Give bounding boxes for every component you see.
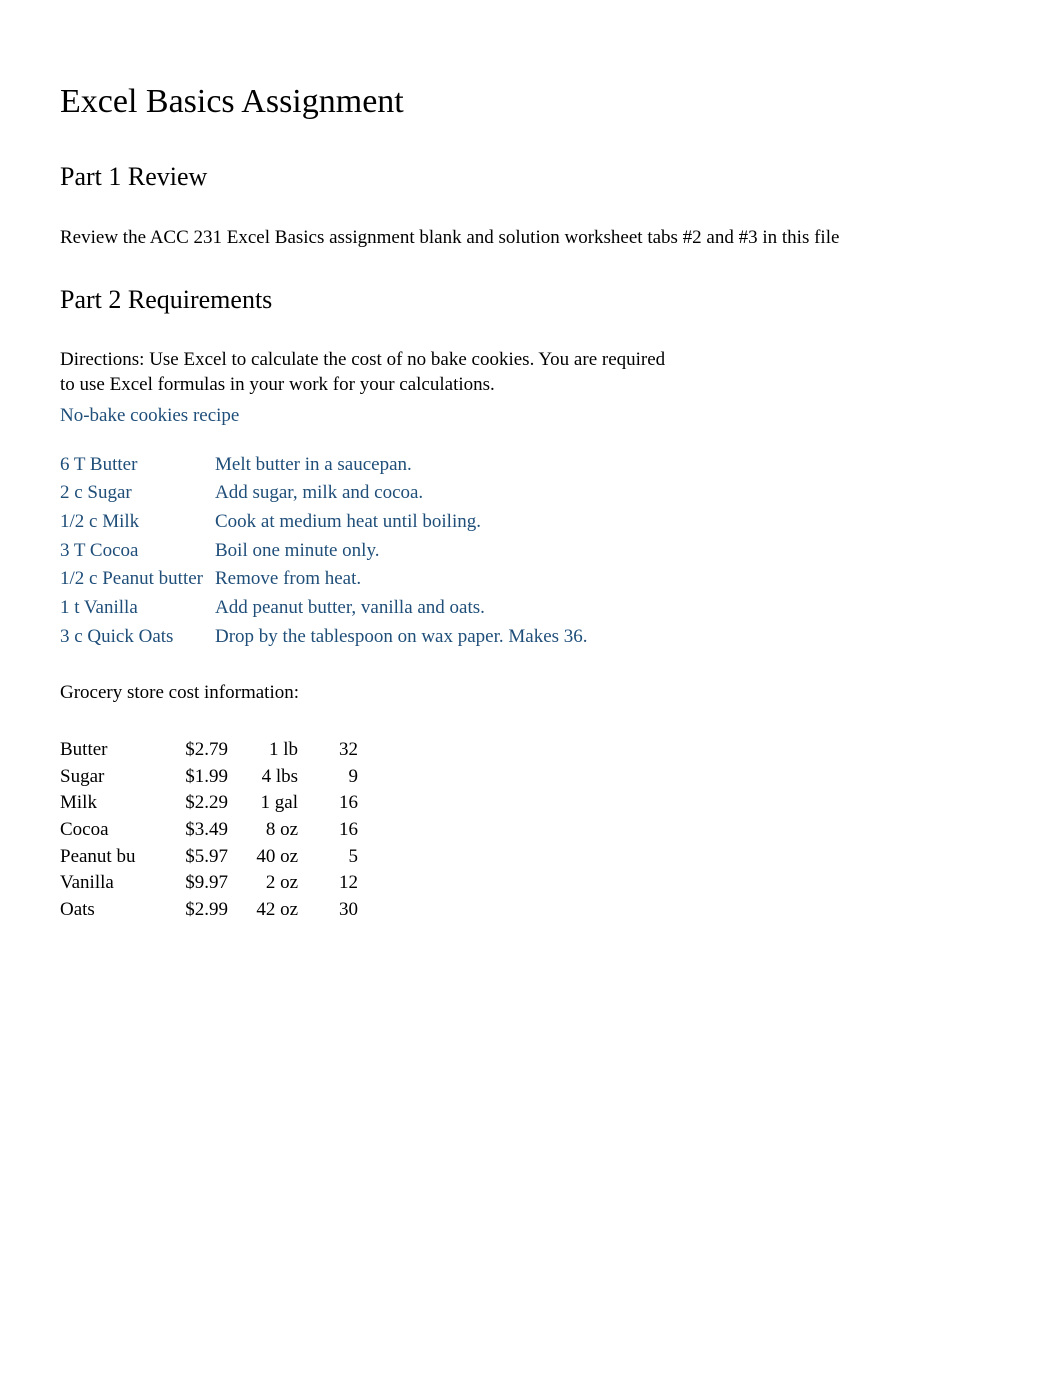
recipe-ingredient: 1/2 c Milk [60,510,215,535]
grocery-price: $9.97 [160,871,228,896]
recipe-step: Add peanut butter, vanilla and oats. [215,596,1002,621]
grocery-qty: 9 [318,765,358,790]
grocery-size: 40 oz [228,845,318,870]
grocery-table: Butter $2.79 1 lb 32 Sugar $1.99 4 lbs 9… [60,738,1002,923]
grocery-qty: 12 [318,871,358,896]
grocery-row: Peanut bu $5.97 40 oz 5 [60,845,1002,870]
grocery-row: Butter $2.79 1 lb 32 [60,738,1002,763]
grocery-name: Milk [60,791,160,816]
recipe-row: 6 T Butter Melt butter in a saucepan. [60,453,1002,478]
page-title: Excel Basics Assignment [60,80,1002,124]
recipe-ingredient: 3 T Cocoa [60,539,215,564]
grocery-price: $2.79 [160,738,228,763]
grocery-price: $2.99 [160,898,228,923]
recipe-title: No-bake cookies recipe [60,404,1002,429]
grocery-size: 2 oz [228,871,318,896]
grocery-row: Sugar $1.99 4 lbs 9 [60,765,1002,790]
part2-section: Part 2 Requirements Directions: Use Exce… [60,283,1002,923]
grocery-name: Cocoa [60,818,160,843]
grocery-qty: 5 [318,845,358,870]
recipe-row: 1/2 c Milk Cook at medium heat until boi… [60,510,1002,535]
grocery-size: 42 oz [228,898,318,923]
directions-text: Use Excel to calculate the cost of no ba… [60,349,665,395]
recipe-step: Cook at medium heat until boiling. [215,510,1002,535]
recipe-ingredient: 3 c Quick Oats [60,625,215,650]
directions: Directions: Use Excel to calculate the c… [60,348,680,397]
grocery-size: 1 lb [228,738,318,763]
recipe-row: 2 c Sugar Add sugar, milk and cocoa. [60,481,1002,506]
recipe-row: 1/2 c Peanut butter Remove from heat. [60,567,1002,592]
part2-heading: Part 2 Requirements [60,283,1002,317]
grocery-price: $5.97 [160,845,228,870]
recipe-step: Boil one minute only. [215,539,1002,564]
part1-text: Review the ACC 231 Excel Basics assignme… [60,226,1002,251]
grocery-price: $3.49 [160,818,228,843]
grocery-qty: 32 [318,738,358,763]
part1-heading: Part 1 Review [60,160,1002,194]
grocery-size: 8 oz [228,818,318,843]
recipe-step: Add sugar, milk and cocoa. [215,481,1002,506]
recipe-table: 6 T Butter Melt butter in a saucepan. 2 … [60,453,1002,650]
grocery-row: Vanilla $9.97 2 oz 12 [60,871,1002,896]
grocery-row: Cocoa $3.49 8 oz 16 [60,818,1002,843]
grocery-qty: 16 [318,791,358,816]
grocery-name: Sugar [60,765,160,790]
grocery-price: $1.99 [160,765,228,790]
recipe-ingredient: 1 t Vanilla [60,596,215,621]
grocery-title: Grocery store cost information: [60,681,1002,706]
grocery-qty: 16 [318,818,358,843]
recipe-ingredient: 2 c Sugar [60,481,215,506]
grocery-row: Milk $2.29 1 gal 16 [60,791,1002,816]
grocery-price: $2.29 [160,791,228,816]
grocery-name: Oats [60,898,160,923]
grocery-name: Butter [60,738,160,763]
recipe-step: Drop by the tablespoon on wax paper. Mak… [215,625,1002,650]
grocery-row: Oats $2.99 42 oz 30 [60,898,1002,923]
recipe-row: 3 T Cocoa Boil one minute only. [60,539,1002,564]
recipe-ingredient: 1/2 c Peanut butter [60,567,215,592]
recipe-step: Remove from heat. [215,567,1002,592]
grocery-size: 4 lbs [228,765,318,790]
recipe-step: Melt butter in a saucepan. [215,453,1002,478]
recipe-row: 1 t Vanilla Add peanut butter, vanilla a… [60,596,1002,621]
grocery-name: Vanilla [60,871,160,896]
grocery-size: 1 gal [228,791,318,816]
recipe-ingredient: 6 T Butter [60,453,215,478]
part1-section: Part 1 Review Review the ACC 231 Excel B… [60,160,1002,250]
directions-label: Directions: [60,349,144,370]
grocery-qty: 30 [318,898,358,923]
recipe-row: 3 c Quick Oats Drop by the tablespoon on… [60,625,1002,650]
grocery-name: Peanut bu [60,845,160,870]
